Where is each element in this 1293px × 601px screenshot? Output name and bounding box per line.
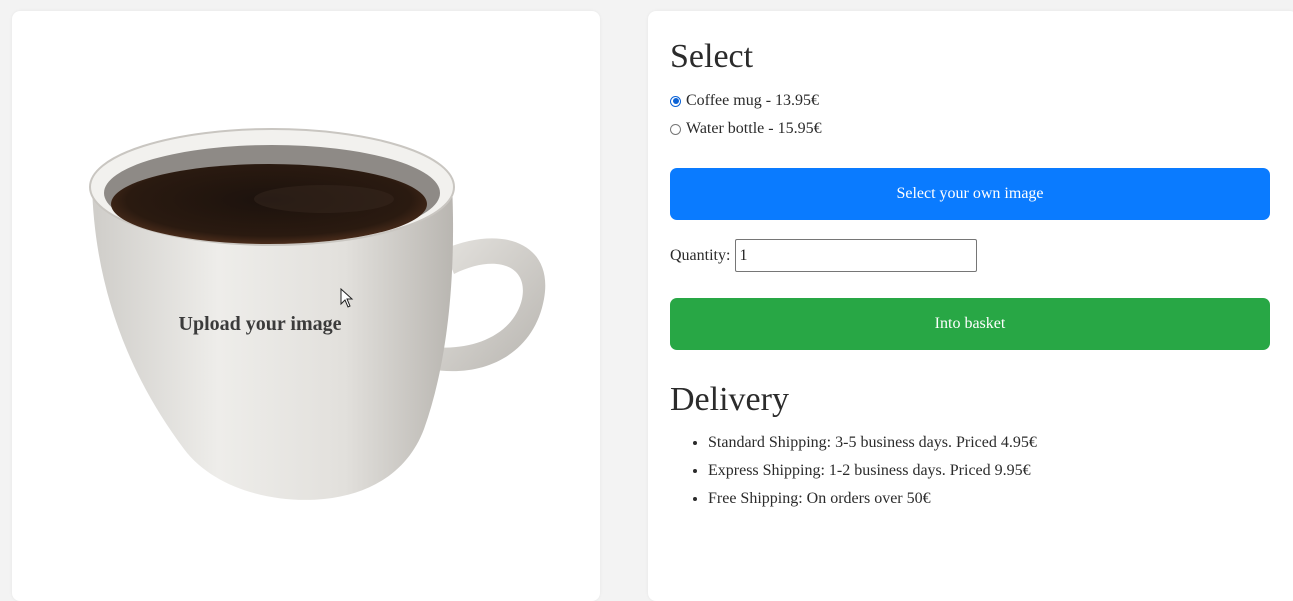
select-own-image-button[interactable]: Select your own image xyxy=(670,168,1270,220)
upload-image-label[interactable]: Upload your image xyxy=(110,313,410,336)
delivery-item-standard: Standard Shipping: 3-5 business days. Pr… xyxy=(708,429,1037,457)
option-coffee-mug-label: Coffee mug - 13.95€ xyxy=(686,92,820,109)
quantity-row: Quantity: xyxy=(670,239,978,272)
radio-water-bottle[interactable] xyxy=(670,123,681,135)
option-water-bottle[interactable]: Water bottle - 15.95€ xyxy=(670,120,822,138)
delivery-heading: Delivery xyxy=(670,381,789,418)
quantity-input[interactable] xyxy=(735,239,978,272)
mouse-pointer-icon xyxy=(340,288,354,308)
delivery-item-express: Express Shipping: 1-2 business days. Pri… xyxy=(708,457,1037,485)
product-preview-panel: Upload your image xyxy=(12,11,600,601)
product-options-panel: Select Coffee mug - 13.95€ Water bottle … xyxy=(648,11,1293,601)
quantity-label: Quantity: xyxy=(670,246,731,264)
delivery-item-free: Free Shipping: On orders over 50€ xyxy=(708,485,1037,513)
select-heading: Select xyxy=(670,38,754,75)
option-coffee-mug[interactable]: Coffee mug - 13.95€ xyxy=(670,92,819,110)
option-water-bottle-label: Water bottle - 15.95€ xyxy=(686,120,822,137)
delivery-list: Standard Shipping: 3-5 business days. Pr… xyxy=(670,429,1037,513)
radio-coffee-mug[interactable] xyxy=(670,95,681,107)
into-basket-button[interactable]: Into basket xyxy=(670,298,1270,350)
